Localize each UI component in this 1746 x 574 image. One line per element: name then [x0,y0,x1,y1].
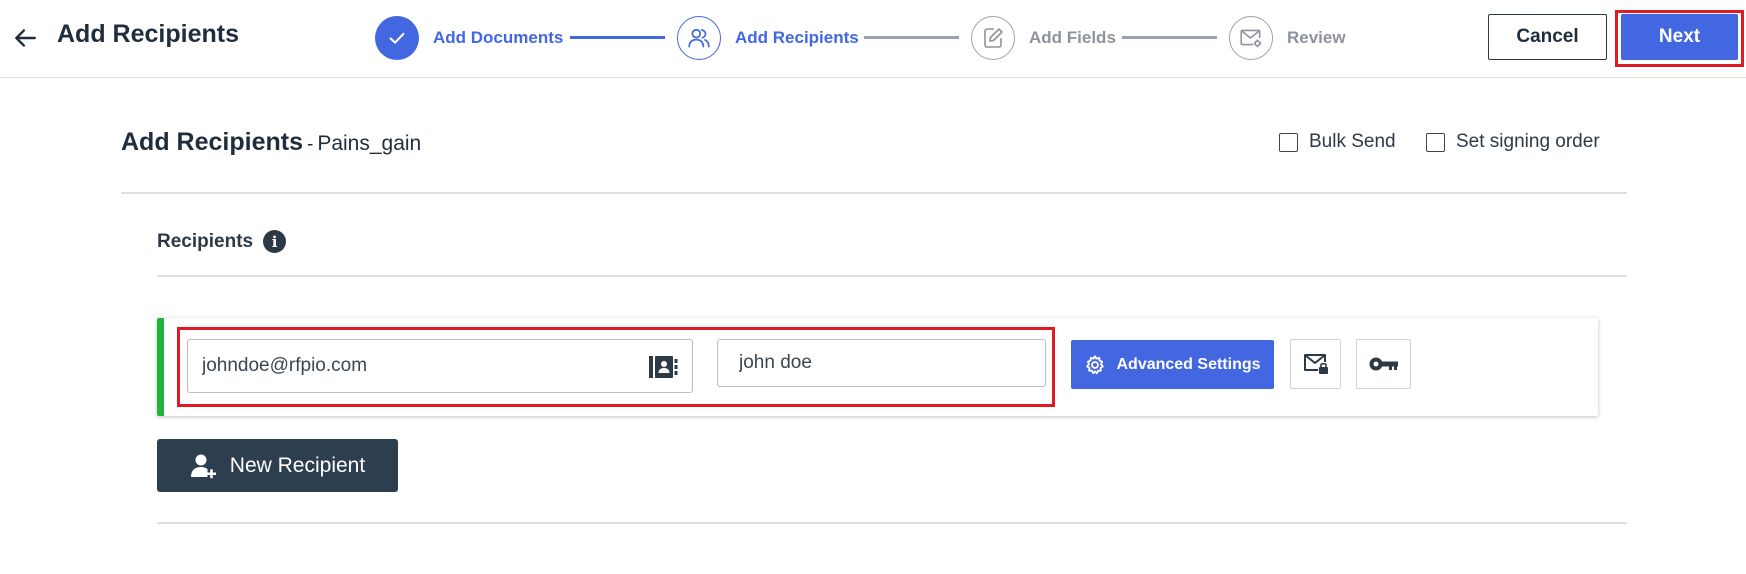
recipient-card-accent [157,318,164,416]
recipients-divider [157,275,1627,277]
gear-icon [1086,354,1105,374]
bulk-send-checkbox[interactable] [1279,132,1298,152]
signing-order-label: Set signing order [1456,131,1600,152]
recipient-name-input[interactable] [739,340,1029,386]
bulk-send-label: Bulk Send [1309,131,1396,152]
email-privacy-button[interactable] [1290,339,1341,389]
step-add-fields[interactable]: Add Fields [971,15,1116,61]
step-label: Add Recipients [735,28,859,47]
new-recipient-label: New Recipient [229,453,366,477]
step-connector [1122,36,1217,39]
advanced-settings-label: Advanced Settings [1116,355,1261,373]
cancel-button[interactable]: Cancel [1488,14,1607,60]
back-arrow-icon[interactable] [12,25,38,51]
users-icon [677,16,721,60]
signing-order-checkbox[interactable] [1426,132,1445,152]
access-code-button[interactable] [1356,339,1411,389]
check-icon [375,16,419,60]
edit-document-icon [971,16,1015,60]
document-name: Pains_gain [317,132,422,155]
signing-order-option[interactable]: Set signing order [1426,131,1600,153]
recipient-name-field[interactable] [717,339,1046,387]
section-title-separator: - [306,134,314,155]
step-connector [864,36,959,39]
step-label: Review [1287,28,1346,47]
recipient-email-field[interactable] [187,339,693,393]
step-connector [570,36,665,39]
recipients-title: Recipients [157,230,254,252]
new-recipient-button[interactable]: New Recipient [157,439,398,492]
step-add-recipients[interactable]: Add Recipients [677,15,859,61]
address-book-icon[interactable] [648,352,678,382]
section-title-main: Add Recipients [121,128,303,156]
section-title: Add Recipients - Pains_gain [121,128,421,157]
mail-lock-icon [1303,354,1328,374]
advanced-settings-button[interactable]: Advanced Settings [1071,340,1274,389]
step-label: Add Fields [1029,28,1116,47]
info-icon[interactable]: i [263,230,287,253]
key-icon [1369,357,1398,371]
recipient-email-input[interactable] [202,340,622,392]
step-review[interactable]: Review [1229,15,1346,61]
next-button[interactable]: Next [1621,14,1738,60]
add-user-icon [190,454,216,478]
recipient-card: Advanced Settings [157,318,1598,416]
page-title: Add Recipients [57,20,239,48]
top-bar: Add Recipients Add Documents Add Recipie… [0,0,1746,78]
section-divider [121,192,1627,194]
bottom-divider [157,522,1627,524]
step-add-documents[interactable]: Add Documents [375,15,563,61]
bulk-send-option[interactable]: Bulk Send [1279,131,1396,153]
recipients-header: Recipients i [157,230,287,253]
step-label: Add Documents [433,28,564,47]
mail-gear-icon [1229,16,1273,60]
